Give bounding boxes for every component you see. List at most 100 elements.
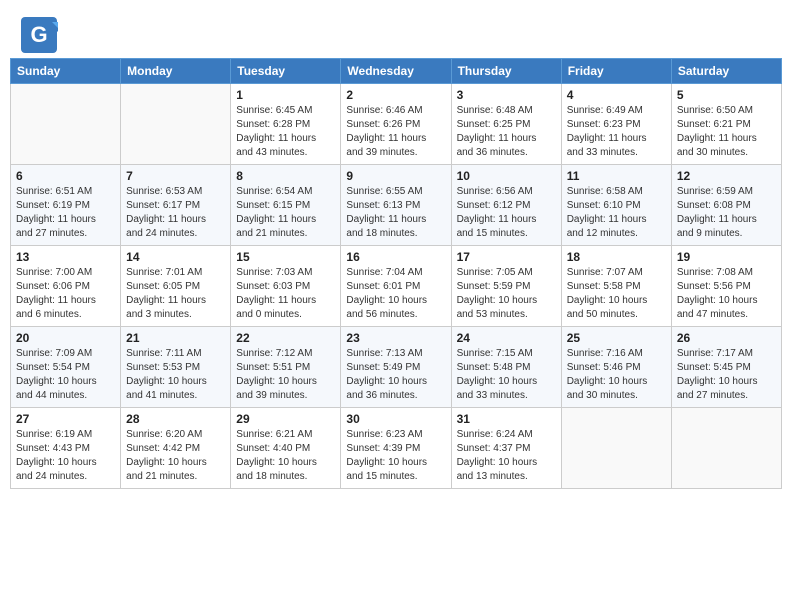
day-number: 18 <box>567 250 666 264</box>
day-detail: Sunrise: 7:17 AM Sunset: 5:45 PM Dayligh… <box>677 347 776 403</box>
day-detail: Sunrise: 7:09 AM Sunset: 5:54 PM Dayligh… <box>16 347 115 403</box>
day-number: 14 <box>126 250 225 264</box>
day-detail: Sunrise: 7:04 AM Sunset: 6:01 PM Dayligh… <box>346 266 445 322</box>
day-detail: Sunrise: 6:50 AM Sunset: 6:21 PM Dayligh… <box>677 104 776 160</box>
calendar-cell: 1 Sunrise: 6:45 AM Sunset: 6:28 PM Daylig… <box>231 84 341 165</box>
calendar-cell: 31 Sunrise: 6:24 AM Sunset: 4:37 PM Dayli… <box>451 408 561 489</box>
day-number: 13 <box>16 250 115 264</box>
col-header-saturday: Saturday <box>671 59 781 84</box>
calendar-cell: 26 Sunrise: 7:17 AM Sunset: 5:45 PM Dayli… <box>671 327 781 408</box>
page-header: G <box>10 10 782 54</box>
day-detail: Sunrise: 6:59 AM Sunset: 6:08 PM Dayligh… <box>677 185 776 241</box>
day-number: 1 <box>236 88 335 102</box>
calendar-cell: 27Sunrise: 6:19 AM Sunset: 4:43 PM Dayli… <box>11 408 121 489</box>
calendar-cell <box>121 84 231 165</box>
day-detail: Sunrise: 7:16 AM Sunset: 5:46 PM Dayligh… <box>567 347 666 403</box>
logo-icon: G <box>20 16 58 54</box>
day-number: 2 <box>346 88 445 102</box>
day-detail: Sunrise: 6:49 AM Sunset: 6:23 PM Dayligh… <box>567 104 666 160</box>
day-number: 23 <box>346 331 445 345</box>
calendar-cell: 14 Sunrise: 7:01 AM Sunset: 6:05 PM Dayli… <box>121 246 231 327</box>
day-detail: Sunrise: 6:51 AM Sunset: 6:19 PM Dayligh… <box>16 185 115 241</box>
day-number: 26 <box>677 331 776 345</box>
day-detail: Sunrise: 6:58 AM Sunset: 6:10 PM Dayligh… <box>567 185 666 241</box>
day-number: 22 <box>236 331 335 345</box>
col-header-monday: Monday <box>121 59 231 84</box>
calendar-cell: 18 Sunrise: 7:07 AM Sunset: 5:58 PM Dayli… <box>561 246 671 327</box>
day-detail: Sunrise: 6:56 AM Sunset: 6:12 PM Dayligh… <box>457 185 556 241</box>
day-number: 9 <box>346 169 445 183</box>
calendar-cell: 17 Sunrise: 7:05 AM Sunset: 5:59 PM Dayli… <box>451 246 561 327</box>
week-row-4: 20 Sunrise: 7:09 AM Sunset: 5:54 PM Dayli… <box>11 327 782 408</box>
day-number: 3 <box>457 88 556 102</box>
day-detail: Sunrise: 7:00 AM Sunset: 6:06 PM Dayligh… <box>16 266 115 322</box>
calendar-header-row: SundayMondayTuesdayWednesdayThursdayFrid… <box>11 59 782 84</box>
calendar-cell: 22 Sunrise: 7:12 AM Sunset: 5:51 PM Dayli… <box>231 327 341 408</box>
calendar-cell: 10 Sunrise: 6:56 AM Sunset: 6:12 PM Dayli… <box>451 165 561 246</box>
day-number: 12 <box>677 169 776 183</box>
calendar-cell: 11 Sunrise: 6:58 AM Sunset: 6:10 PM Dayli… <box>561 165 671 246</box>
calendar-cell: 15Sunrise: 7:03 AM Sunset: 6:03 PM Dayli… <box>231 246 341 327</box>
calendar-cell <box>11 84 121 165</box>
day-detail: Sunrise: 7:15 AM Sunset: 5:48 PM Dayligh… <box>457 347 556 403</box>
calendar-cell: 6 Sunrise: 6:51 AM Sunset: 6:19 PM Daylig… <box>11 165 121 246</box>
day-detail: Sunrise: 6:55 AM Sunset: 6:13 PM Dayligh… <box>346 185 445 241</box>
day-number: 20 <box>16 331 115 345</box>
day-number: 10 <box>457 169 556 183</box>
calendar-cell: 13 Sunrise: 7:00 AM Sunset: 6:06 PM Dayli… <box>11 246 121 327</box>
col-header-thursday: Thursday <box>451 59 561 84</box>
day-detail: Sunrise: 6:20 AM Sunset: 4:42 PM Dayligh… <box>126 428 225 484</box>
calendar-cell: 3 Sunrise: 6:48 AM Sunset: 6:25 PM Daylig… <box>451 84 561 165</box>
day-number: 17 <box>457 250 556 264</box>
day-number: 29 <box>236 412 335 426</box>
week-row-3: 13 Sunrise: 7:00 AM Sunset: 6:06 PM Dayli… <box>11 246 782 327</box>
day-detail: Sunrise: 6:46 AM Sunset: 6:26 PM Dayligh… <box>346 104 445 160</box>
day-number: 6 <box>16 169 115 183</box>
calendar-cell: 23Sunrise: 7:13 AM Sunset: 5:49 PM Dayli… <box>341 327 451 408</box>
calendar-cell: 20 Sunrise: 7:09 AM Sunset: 5:54 PM Dayli… <box>11 327 121 408</box>
day-number: 21 <box>126 331 225 345</box>
day-number: 7 <box>126 169 225 183</box>
col-header-friday: Friday <box>561 59 671 84</box>
calendar-cell: 8Sunrise: 6:54 AM Sunset: 6:15 PM Daylig… <box>231 165 341 246</box>
day-detail: Sunrise: 6:53 AM Sunset: 6:17 PM Dayligh… <box>126 185 225 241</box>
day-detail: Sunrise: 6:48 AM Sunset: 6:25 PM Dayligh… <box>457 104 556 160</box>
day-number: 4 <box>567 88 666 102</box>
calendar-cell: 9 Sunrise: 6:55 AM Sunset: 6:13 PM Daylig… <box>341 165 451 246</box>
day-detail: Sunrise: 7:01 AM Sunset: 6:05 PM Dayligh… <box>126 266 225 322</box>
day-number: 15 <box>236 250 335 264</box>
day-number: 16 <box>346 250 445 264</box>
calendar-cell: 5 Sunrise: 6:50 AM Sunset: 6:21 PM Daylig… <box>671 84 781 165</box>
day-detail: Sunrise: 6:23 AM Sunset: 4:39 PM Dayligh… <box>346 428 445 484</box>
day-number: 24 <box>457 331 556 345</box>
calendar-cell: 29 Sunrise: 6:21 AM Sunset: 4:40 PM Dayli… <box>231 408 341 489</box>
calendar-cell <box>671 408 781 489</box>
calendar-cell: 30Sunrise: 6:23 AM Sunset: 4:39 PM Dayli… <box>341 408 451 489</box>
day-detail: Sunrise: 7:08 AM Sunset: 5:56 PM Dayligh… <box>677 266 776 322</box>
day-number: 31 <box>457 412 556 426</box>
day-detail: Sunrise: 7:11 AM Sunset: 5:53 PM Dayligh… <box>126 347 225 403</box>
day-detail: Sunrise: 7:05 AM Sunset: 5:59 PM Dayligh… <box>457 266 556 322</box>
day-detail: Sunrise: 7:07 AM Sunset: 5:58 PM Dayligh… <box>567 266 666 322</box>
calendar-cell: 21 Sunrise: 7:11 AM Sunset: 5:53 PM Dayli… <box>121 327 231 408</box>
day-number: 19 <box>677 250 776 264</box>
day-number: 27 <box>16 412 115 426</box>
week-row-2: 6 Sunrise: 6:51 AM Sunset: 6:19 PM Daylig… <box>11 165 782 246</box>
day-number: 28 <box>126 412 225 426</box>
day-number: 5 <box>677 88 776 102</box>
day-detail: Sunrise: 6:45 AM Sunset: 6:28 PM Dayligh… <box>236 104 335 160</box>
week-row-5: 27Sunrise: 6:19 AM Sunset: 4:43 PM Dayli… <box>11 408 782 489</box>
day-detail: Sunrise: 6:24 AM Sunset: 4:37 PM Dayligh… <box>457 428 556 484</box>
col-header-wednesday: Wednesday <box>341 59 451 84</box>
day-detail: Sunrise: 6:21 AM Sunset: 4:40 PM Dayligh… <box>236 428 335 484</box>
day-detail: Sunrise: 7:12 AM Sunset: 5:51 PM Dayligh… <box>236 347 335 403</box>
day-number: 25 <box>567 331 666 345</box>
day-number: 11 <box>567 169 666 183</box>
calendar-cell: 25 Sunrise: 7:16 AM Sunset: 5:46 PM Dayli… <box>561 327 671 408</box>
calendar-cell: 24 Sunrise: 7:15 AM Sunset: 5:48 PM Dayli… <box>451 327 561 408</box>
col-header-sunday: Sunday <box>11 59 121 84</box>
week-row-1: 1 Sunrise: 6:45 AM Sunset: 6:28 PM Daylig… <box>11 84 782 165</box>
logo: G <box>20 16 62 54</box>
calendar-cell <box>561 408 671 489</box>
calendar-cell: 12 Sunrise: 6:59 AM Sunset: 6:08 PM Dayli… <box>671 165 781 246</box>
